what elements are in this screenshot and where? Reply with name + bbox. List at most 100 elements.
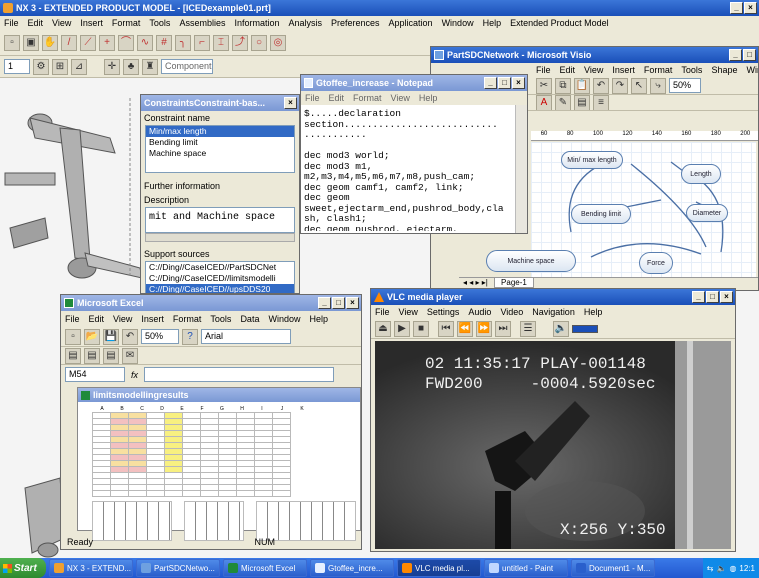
visio-minimize-button[interactable]: _ bbox=[729, 49, 742, 61]
excel-new-icon[interactable]: ▫ bbox=[65, 328, 81, 345]
visio-menu-file[interactable]: File bbox=[536, 65, 551, 75]
volume-icon[interactable]: 🔈 bbox=[553, 320, 569, 337]
next-icon[interactable]: ⏭ bbox=[495, 320, 511, 337]
column-header[interactable]: J bbox=[272, 406, 292, 412]
support-source-item[interactable]: C://Ding//CaseICED//upsDDS20 bbox=[146, 284, 294, 293]
column-header[interactable]: G bbox=[212, 406, 232, 412]
undo-icon[interactable]: ↶ bbox=[593, 77, 609, 94]
excel-open-icon[interactable]: 📂 bbox=[84, 328, 100, 345]
cut-icon[interactable]: ✂ bbox=[536, 77, 552, 94]
redo-icon[interactable]: ↷ bbox=[612, 77, 628, 94]
notepad-menu-view[interactable]: View bbox=[391, 93, 410, 103]
vlc-menu-help[interactable]: Help bbox=[584, 307, 603, 317]
table-cell[interactable] bbox=[236, 490, 255, 497]
nx-menu-view[interactable]: View bbox=[52, 18, 71, 28]
excel-minimize-button[interactable]: _ bbox=[318, 297, 331, 309]
excel-menu-format[interactable]: Format bbox=[173, 314, 202, 324]
circle-icon[interactable]: ○ bbox=[251, 34, 267, 51]
tray-icon-volume[interactable]: 🔈 bbox=[716, 564, 726, 573]
column-header[interactable]: I bbox=[252, 406, 272, 412]
node-minmax-length[interactable]: Min/ max length bbox=[561, 151, 623, 169]
excel-menu-window[interactable]: Window bbox=[268, 314, 300, 324]
stop-icon[interactable]: ■ bbox=[413, 320, 429, 337]
review-icon-2[interactable]: ▤ bbox=[84, 347, 100, 364]
notepad-menu-file[interactable]: File bbox=[305, 93, 320, 103]
nx-menu-tools[interactable]: Tools bbox=[149, 18, 170, 28]
volume-slider[interactable] bbox=[572, 324, 598, 333]
taskbar-button[interactable]: untitled - Paint bbox=[484, 559, 568, 577]
table-cell[interactable] bbox=[164, 490, 183, 497]
notepad-menu-format[interactable]: Format bbox=[353, 93, 382, 103]
constraint-item[interactable]: Machine space bbox=[146, 148, 294, 159]
vlc-titlebar[interactable]: VLC media player _ □ × bbox=[371, 289, 735, 305]
excel-menu-file[interactable]: File bbox=[65, 314, 80, 324]
polyline-icon[interactable]: ⟋ bbox=[80, 34, 96, 51]
column-header[interactable]: A bbox=[92, 406, 112, 412]
video-surface[interactable]: 02 11:35:17 PLAY-001148 FWD200 -0004.592… bbox=[375, 341, 731, 549]
vlc-menu-video[interactable]: Video bbox=[500, 307, 523, 317]
vlc-menu-file[interactable]: File bbox=[375, 307, 390, 317]
tray-icon-network[interactable]: ⇆ bbox=[707, 564, 714, 573]
table-cell[interactable] bbox=[92, 490, 111, 497]
circle2-icon[interactable]: ◎ bbox=[270, 34, 286, 51]
taskbar-button[interactable]: PartSDCNetwo... bbox=[136, 559, 220, 577]
review-icon-3[interactable]: ▤ bbox=[103, 347, 119, 364]
nx-layer-dropdown[interactable]: 1 bbox=[4, 59, 30, 74]
node-machine-space[interactable]: Machine space bbox=[486, 250, 576, 272]
visio-maximize-button[interactable]: □ bbox=[743, 49, 756, 61]
nx-menu-preferences[interactable]: Preferences bbox=[331, 18, 380, 28]
node-bending-limit[interactable]: Bending limit bbox=[571, 204, 631, 224]
review-icon-1[interactable]: ▤ bbox=[65, 347, 81, 364]
vlc-maximize-button[interactable]: □ bbox=[706, 291, 719, 303]
font-color-icon[interactable]: A bbox=[536, 95, 552, 110]
nx-menu-insert[interactable]: Insert bbox=[80, 18, 103, 28]
description-field[interactable]: mit and Machine space bbox=[145, 207, 295, 233]
fill-color-icon[interactable]: ▤ bbox=[574, 95, 590, 110]
taskbar-button[interactable]: Microsoft Excel bbox=[223, 559, 307, 577]
excel-menu-help[interactable]: Help bbox=[309, 314, 328, 324]
tray-icon-shield[interactable]: ◍ bbox=[729, 564, 736, 573]
start-button[interactable]: Start bbox=[0, 558, 46, 578]
visio-page-nav-icon[interactable]: ◂ ◂ ▸ ▸| bbox=[463, 278, 488, 287]
grid-icon[interactable]: # bbox=[156, 34, 172, 51]
eject-icon[interactable]: ⏏ bbox=[375, 320, 391, 337]
excel-help-icon[interactable]: ? bbox=[182, 328, 198, 345]
visio-zoom-field[interactable]: 50% bbox=[669, 78, 701, 93]
column-header[interactable]: D bbox=[152, 406, 172, 412]
excel-menu-edit[interactable]: Edit bbox=[89, 314, 105, 324]
play-icon[interactable]: ▶ bbox=[394, 320, 410, 337]
workbook-titlebar[interactable]: limitsmodellingresults bbox=[78, 388, 360, 402]
nx-menu-analysis[interactable]: Analysis bbox=[288, 18, 322, 28]
new-file-icon[interactable]: ▫ bbox=[4, 34, 20, 51]
visio-menu-insert[interactable]: Insert bbox=[612, 65, 635, 75]
formula-bar[interactable] bbox=[144, 367, 335, 382]
fillet-icon[interactable]: ╮ bbox=[175, 34, 191, 51]
excel-font-field[interactable]: Arial bbox=[201, 329, 291, 344]
playlist-icon[interactable]: ☰ bbox=[520, 320, 536, 337]
support-sources-list[interactable]: C://Ding//CaseICED//PartSDCNet C://Ding//… bbox=[145, 261, 295, 293]
node-diameter[interactable]: Diameter bbox=[686, 204, 728, 222]
visio-menu-view[interactable]: View bbox=[584, 65, 603, 75]
node-length[interactable]: Length bbox=[681, 164, 721, 184]
review-icon-4[interactable]: ✉ bbox=[122, 347, 138, 364]
table-cell[interactable] bbox=[272, 490, 291, 497]
nx-minimize-button[interactable]: _ bbox=[730, 2, 743, 14]
forward-icon[interactable]: ⏩ bbox=[476, 320, 492, 337]
nx-menu-extended-product-model[interactable]: Extended Product Model bbox=[510, 18, 609, 28]
excel-zoom-field[interactable]: 50% bbox=[141, 329, 179, 344]
nx-menu-help[interactable]: Help bbox=[483, 18, 502, 28]
taskbar-button[interactable]: Document1 - M... bbox=[571, 559, 655, 577]
extend-icon[interactable]: ⌶ bbox=[213, 34, 229, 51]
excel-undo-icon[interactable]: ↶ bbox=[122, 328, 138, 345]
arc-icon[interactable]: ⌒ bbox=[118, 34, 134, 51]
previous-icon[interactable]: ⏮ bbox=[438, 320, 454, 337]
component-icon[interactable]: ♣ bbox=[123, 58, 139, 75]
trim-icon[interactable]: ⌐ bbox=[194, 34, 210, 51]
hand-icon[interactable]: ✋ bbox=[42, 34, 58, 51]
table-cell[interactable] bbox=[218, 490, 237, 497]
column-header[interactable]: H bbox=[232, 406, 252, 412]
crosshair-icon[interactable]: ✛ bbox=[104, 58, 120, 75]
column-header[interactable]: E bbox=[172, 406, 192, 412]
nx-menu-format[interactable]: Format bbox=[112, 18, 141, 28]
notepad-titlebar[interactable]: Gtoffee_increase - Notepad _ □ × bbox=[301, 75, 527, 91]
